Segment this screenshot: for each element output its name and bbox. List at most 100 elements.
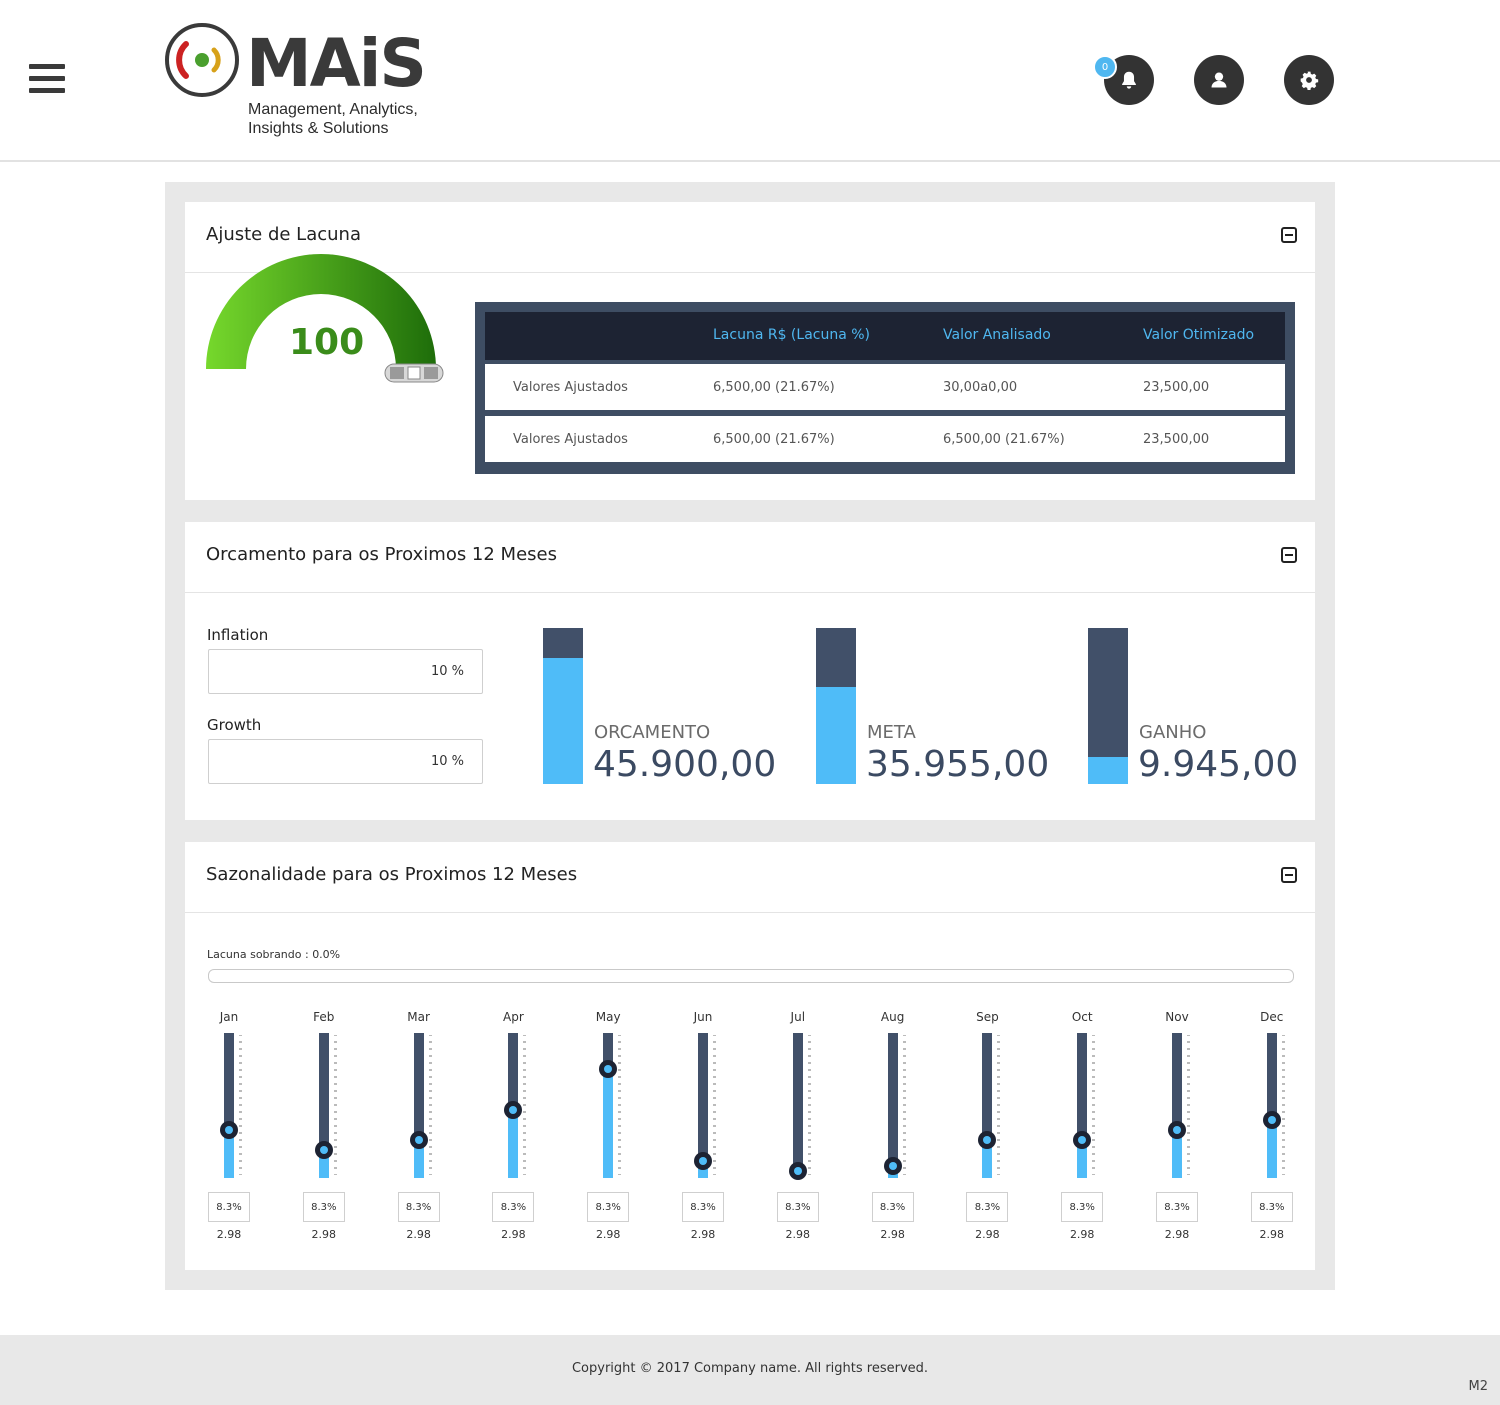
slider-handle[interactable] [409,1131,428,1150]
month-label: Mar [407,1010,430,1024]
month-slider[interactable] [978,1033,997,1178]
month-slider[interactable] [504,1033,523,1178]
collapse-icon[interactable] [1281,227,1297,243]
slider-handle[interactable] [314,1141,333,1160]
logo-wordmark: MAiS [246,25,427,102]
logo-tagline-line1: Management, Analytics, [248,101,418,118]
slider-ticks [1281,1035,1285,1175]
table-cell: 6,500,00 (21.67%) [713,380,835,395]
growth-value: 10 % [430,754,464,769]
month-percent-input[interactable]: 8.3% [208,1192,250,1222]
table-header-cell: Valor Otimizado [1143,327,1255,343]
month-percent-input[interactable]: 8.3% [682,1192,724,1222]
sazonalidade-panel: Sazonalidade para os Proximos 12 Meses L… [185,842,1315,1270]
menu-icon[interactable] [29,64,65,96]
month-slider[interactable] [409,1033,428,1178]
month-label: Jan [219,1010,239,1024]
month-slider[interactable] [314,1033,333,1178]
bell-icon [1122,71,1136,89]
inflation-input[interactable]: 10 % [208,649,483,694]
slider-handle[interactable] [1073,1131,1092,1150]
month-percent-input[interactable]: 8.3% [492,1192,535,1222]
dashboard-container: Ajuste de Lacuna 100 Lacuna R$ (Lacuna %… [165,182,1335,1290]
month-percent-input[interactable]: 8.3% [871,1192,914,1222]
panel-title: Ajuste de Lacuna [206,224,361,245]
month-slider[interactable] [1168,1033,1186,1178]
month-percent-input[interactable]: 8.3% [966,1192,1009,1222]
month-percent-input[interactable]: 8.3% [587,1192,630,1222]
footer-mark: M2 [1468,1379,1489,1394]
settings-button[interactable] [1284,55,1334,105]
month-slider[interactable] [599,1033,618,1178]
month-column-jan: Jan 8.3% 2.98 [199,1010,259,1250]
month-percent-input[interactable]: 8.3% [776,1192,819,1222]
slider-ticks [902,1035,906,1175]
month-column-nov: Nov 8.3% 2.98 [1147,1010,1207,1250]
slider-handle[interactable] [220,1121,238,1140]
user-profile-button[interactable] [1194,55,1244,105]
slider-handle[interactable] [883,1157,902,1176]
kpi-label: ORCAMENTO [594,722,711,743]
month-percent-input[interactable]: 8.3% [1156,1192,1198,1222]
month-label: May [595,1010,621,1024]
kpi-value: 45.900,00 [593,744,777,785]
month-percent-input[interactable]: 8.3% [302,1192,345,1222]
gap-gauge: 100 [205,250,445,383]
slider-handle[interactable] [1262,1111,1281,1129]
slider-handle[interactable] [504,1100,523,1119]
slider-fill [508,1109,519,1178]
month-value: 2.98 [501,1228,526,1241]
month-value: 2.98 [785,1228,811,1241]
month-value: 2.98 [595,1228,621,1241]
kpi-fill [543,657,583,784]
slider-handle[interactable] [788,1161,807,1180]
month-label: Apr [503,1010,524,1024]
month-label: Sep [976,1010,999,1024]
slider-ticks [333,1035,337,1175]
month-slider[interactable] [694,1033,712,1178]
month-column-aug: Aug 8.3% 2.98 [863,1010,923,1250]
slider-handle[interactable] [599,1060,618,1079]
month-slider[interactable] [220,1033,238,1178]
month-slider[interactable] [1073,1033,1092,1178]
month-column-oct: Oct 8.3% 2.98 [1052,1010,1112,1250]
table-header-cell: Valor Analisado [943,327,1051,343]
user-icon [1211,72,1227,88]
month-percent-input[interactable]: 8.3% [1250,1192,1293,1222]
table-header-row: Lacuna R$ (Lacuna %) Valor Analisado Val… [485,312,1285,360]
kpi-fill [1088,757,1128,784]
month-percent-input[interactable]: 8.3% [397,1192,440,1222]
kpi-bar-ganho [1088,628,1128,784]
month-percent-input[interactable]: 8.3% [1061,1192,1104,1222]
growth-input[interactable]: 10 % [208,739,483,784]
month-value: 2.98 [1259,1228,1285,1241]
lacuna-progress-bar [208,969,1294,983]
gear-icon [1300,71,1319,90]
slider-handle[interactable] [694,1151,712,1170]
month-slider[interactable] [1262,1033,1281,1178]
kpi-value: 9.945,00 [1138,744,1299,785]
kpi-label: META [867,722,916,743]
kpi-value: 35.955,00 [866,744,1050,785]
panel-title: Orcamento para os Proximos 12 Meses [206,544,557,565]
slider-ticks [239,1035,242,1175]
table-cell: 30,00a0,00 [943,380,1018,395]
collapse-icon[interactable] [1281,867,1297,883]
month-column-jul: Jul 8.3% 2.98 [768,1010,828,1250]
panel-header: Sazonalidade para os Proximos 12 Meses [185,842,1315,913]
table-row: Valores Ajustados 6,500,00 (21.67%) 30,0… [485,364,1285,410]
month-slider[interactable] [883,1033,902,1178]
slider-ticks [1092,1035,1096,1175]
month-slider[interactable] [788,1033,807,1180]
footer: Copyright © 2017 Company name. All right… [0,1335,1500,1405]
month-label: Oct [1071,1010,1093,1024]
month-value: 2.98 [880,1228,905,1241]
kpi-bar-meta [816,628,856,784]
collapse-icon[interactable] [1281,547,1297,563]
slider-handle[interactable] [978,1131,997,1150]
slider-ticks [807,1035,811,1175]
kpi-label: GANHO [1139,722,1207,743]
month-column-jun: Jun 8.3% 2.98 [673,1010,733,1250]
slider-handle[interactable] [1168,1121,1186,1140]
slider-ticks [523,1035,527,1175]
